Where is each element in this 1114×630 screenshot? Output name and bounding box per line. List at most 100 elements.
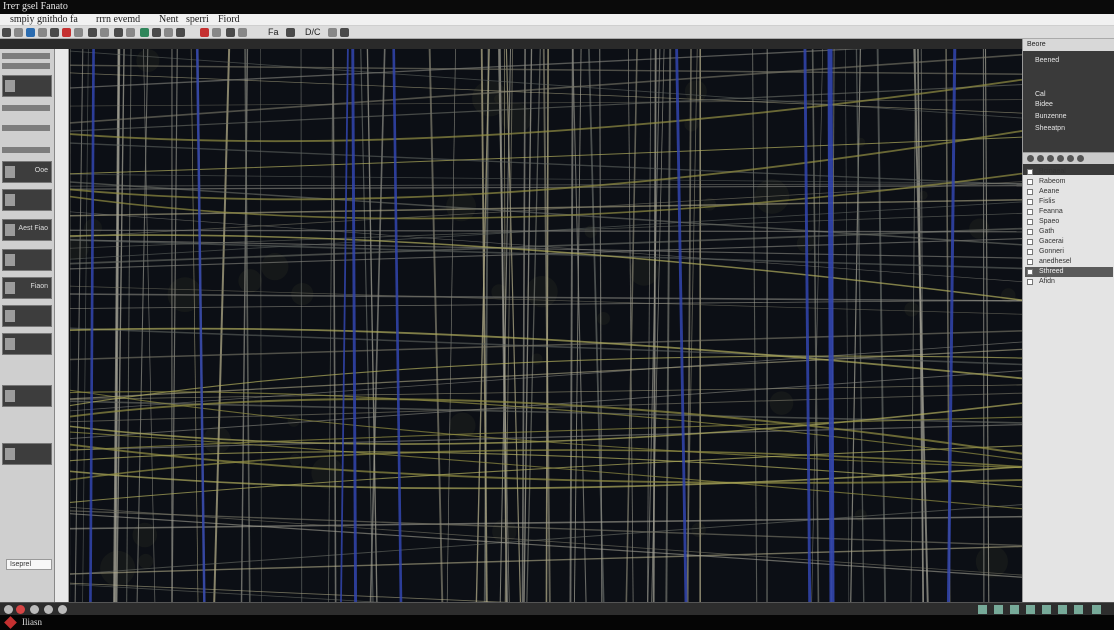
visibility-checkbox[interactable] [1027, 199, 1033, 205]
tray-app-7-icon[interactable] [1074, 605, 1083, 614]
undo-icon[interactable] [38, 28, 47, 37]
toolbar-label-1: Fa [268, 27, 279, 37]
menu-item-2[interactable]: rrrn evemd [96, 14, 140, 26]
material-icon[interactable] [238, 28, 247, 37]
record-icon[interactable] [200, 28, 209, 37]
open-file-icon[interactable] [14, 28, 23, 37]
tool-row-1[interactable] [2, 75, 52, 97]
tray-app-8-icon[interactable] [1092, 605, 1101, 614]
tool-row-5[interactable] [2, 249, 52, 271]
tray-app-5-icon[interactable] [1042, 605, 1051, 614]
tab-camera-icon[interactable] [1067, 155, 1074, 162]
visibility-checkbox[interactable] [1027, 189, 1033, 195]
zoom-icon[interactable] [44, 605, 53, 614]
toolbar-label-2: D/C [305, 27, 321, 37]
menu-item-3[interactable]: Nent [159, 14, 178, 26]
play-icon[interactable] [286, 28, 295, 37]
panel-name-field[interactable]: Iseprel [6, 559, 52, 570]
visibility-checkbox[interactable] [1027, 169, 1033, 175]
tab-materials-icon[interactable] [1047, 155, 1054, 162]
menu-bar: smpiy gnithdo fa rrrn evemd Nent sperri … [0, 14, 1114, 26]
start-menu-icon[interactable] [4, 616, 17, 629]
visibility-checkbox[interactable] [1027, 219, 1033, 225]
visibility-checkbox[interactable] [1027, 249, 1033, 255]
visibility-checkbox[interactable] [1027, 209, 1033, 215]
object-list-item[interactable]: Afidn [1025, 277, 1113, 287]
viewport-vignette [70, 49, 1022, 602]
camera-icon[interactable] [212, 28, 221, 37]
visibility-checkbox[interactable] [1027, 279, 1033, 285]
object-list-item[interactable]: Spaeo [1025, 217, 1113, 227]
render-icon[interactable] [328, 28, 337, 37]
settings-icon[interactable] [340, 28, 349, 37]
tool-swatch-icon [5, 310, 15, 322]
tab-objects-icon[interactable] [1027, 155, 1034, 162]
redo-icon[interactable] [50, 28, 59, 37]
copy-icon[interactable] [88, 28, 97, 37]
visibility-checkbox[interactable] [1027, 229, 1033, 235]
tab-render-icon[interactable] [1077, 155, 1084, 162]
taskbar-app-label[interactable]: Iliasn [22, 617, 42, 627]
tray-app-4-icon[interactable] [1026, 605, 1035, 614]
visibility-checkbox[interactable] [1027, 259, 1033, 265]
grid-icon[interactable] [176, 28, 185, 37]
tray-app-3-icon[interactable] [1010, 605, 1019, 614]
tray-app-6-icon[interactable] [1058, 605, 1067, 614]
object-list-item[interactable]: Sthreed [1025, 267, 1113, 277]
tool-row-3[interactable] [2, 189, 52, 211]
visibility-checkbox[interactable] [1027, 239, 1033, 245]
object-list-item[interactable]: Gath [1025, 227, 1113, 237]
tool-row-10[interactable] [2, 443, 52, 465]
stop-icon[interactable] [16, 605, 25, 614]
delete-icon[interactable] [62, 28, 71, 37]
save-icon[interactable] [26, 28, 35, 37]
tray-app-2-icon[interactable] [994, 605, 1003, 614]
panel-slider[interactable] [2, 147, 50, 153]
object-list-item[interactable]: Bcinaeal [1025, 167, 1113, 177]
panel-slider[interactable] [2, 125, 50, 131]
tool-row-7[interactable] [2, 305, 52, 327]
tool-swatch-icon [5, 80, 15, 92]
status-bar [0, 602, 1114, 615]
object-list-item[interactable]: Fislis [1025, 197, 1113, 207]
select-icon[interactable] [114, 28, 123, 37]
visibility-checkbox[interactable] [1027, 179, 1033, 185]
object-list-item[interactable]: Gonneri [1025, 247, 1113, 257]
light-icon[interactable] [226, 28, 235, 37]
visibility-checkbox[interactable] [1027, 269, 1033, 275]
tab-layers-icon[interactable] [1037, 155, 1044, 162]
cut-icon[interactable] [74, 28, 83, 37]
object-list-item[interactable]: Aeane [1025, 187, 1113, 197]
object-list-item[interactable]: Rabeom [1025, 177, 1113, 187]
object-list-item[interactable]: Gacerai [1025, 237, 1113, 247]
tool-row-label: Fiaon [30, 283, 48, 290]
rotate-icon[interactable] [140, 28, 149, 37]
tool-swatch-icon [5, 194, 15, 206]
tool-row-2[interactable]: Ooe [2, 161, 52, 183]
new-file-icon[interactable] [2, 28, 11, 37]
menu-item-4[interactable]: sperri [186, 14, 209, 26]
3d-viewport[interactable] [70, 49, 1022, 602]
snap-icon[interactable] [164, 28, 173, 37]
left-panel-scrollbar[interactable] [55, 49, 69, 602]
tool-row-8[interactable] [2, 333, 52, 355]
move-icon[interactable] [126, 28, 135, 37]
panel-slider[interactable] [2, 105, 50, 111]
menu-item-5[interactable]: Fiord [218, 14, 240, 26]
tool-row-4[interactable]: Aest Fiao [2, 219, 52, 241]
object-list-item[interactable]: anedhesel [1025, 257, 1113, 267]
refresh-icon[interactable] [30, 605, 39, 614]
tab-lights-icon[interactable] [1057, 155, 1064, 162]
tool-swatch-icon [5, 282, 15, 294]
scale-icon[interactable] [152, 28, 161, 37]
tool-row-6[interactable]: Fiaon [2, 277, 52, 299]
tool-row-9[interactable] [2, 385, 52, 407]
pan-icon[interactable] [58, 605, 67, 614]
home-icon[interactable] [4, 605, 13, 614]
tray-app-1-icon[interactable] [978, 605, 987, 614]
object-list-label: Rabeom [1039, 178, 1066, 185]
object-list-item[interactable]: Feanna [1025, 207, 1113, 217]
tool-row-label: Aest Fiao [18, 225, 48, 232]
menu-item-1[interactable]: smpiy gnithdo fa [10, 14, 78, 26]
paste-icon[interactable] [100, 28, 109, 37]
